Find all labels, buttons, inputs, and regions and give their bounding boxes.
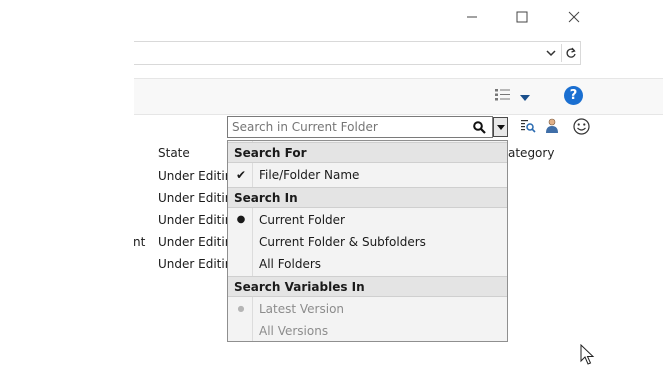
- refresh-icon: [566, 47, 576, 58]
- menu-item-label: File/Folder Name: [259, 168, 360, 182]
- name-cell-fragment: nt: [133, 235, 146, 249]
- view-options-button[interactable]: [495, 87, 515, 103]
- help-icon: ?: [569, 88, 578, 103]
- menu-item-current-folder-subfolders[interactable]: Current Folder & Subfolders: [228, 231, 507, 253]
- refresh-button[interactable]: [561, 44, 580, 62]
- section-header-label: Search For: [234, 146, 307, 160]
- advanced-search-icon: [521, 120, 536, 133]
- table-row: Under Editir: [158, 213, 227, 227]
- table-row: Under Editir: [158, 235, 227, 249]
- column-header-state[interactable]: State: [158, 146, 190, 160]
- minimize-button[interactable]: [458, 5, 486, 29]
- column-header-category[interactable]: ategory: [508, 146, 554, 160]
- menu-item-file-folder-name[interactable]: ✔ File/Folder Name: [228, 164, 507, 186]
- command-toolbar: [134, 78, 663, 115]
- search-options-menu: Search For ✔ File/Folder Name Search In …: [227, 140, 508, 342]
- advanced-search-button[interactable]: [520, 118, 536, 136]
- maximize-icon: [516, 11, 528, 23]
- search-options-dropdown[interactable]: [493, 117, 508, 137]
- close-icon: [568, 11, 580, 23]
- search-input[interactable]: [232, 119, 467, 135]
- maximize-button[interactable]: [508, 5, 536, 29]
- minimize-icon: [467, 16, 477, 18]
- menu-section-search-variables-in: Search Variables In: [228, 276, 507, 297]
- caret-down-icon: [520, 95, 530, 101]
- menu-item-all-folders[interactable]: All Folders: [228, 253, 507, 275]
- user-icon: [546, 118, 558, 133]
- view-dropdown-button[interactable]: [520, 90, 532, 101]
- menu-item-label: Current Folder: [259, 213, 345, 227]
- search-icon[interactable]: [473, 121, 486, 134]
- menu-item-label: All Folders: [259, 257, 322, 271]
- check-icon: ✔: [235, 168, 247, 182]
- menu-section-search-for: Search For: [228, 142, 507, 163]
- smiley-icon: [573, 118, 590, 135]
- section-header-label: Search In: [234, 191, 298, 205]
- radio-dot-icon: ●: [236, 214, 246, 225]
- chevron-down-icon: [546, 50, 556, 57]
- mouse-cursor-icon: [580, 344, 595, 365]
- menu-item-label: Current Folder & Subfolders: [259, 235, 426, 249]
- help-button[interactable]: ?: [564, 86, 583, 105]
- table-row: Under Editir: [158, 257, 227, 271]
- section-header-label: Search Variables In: [234, 280, 365, 294]
- table-row: Under Editir: [158, 191, 227, 205]
- address-bar[interactable]: [134, 41, 581, 65]
- close-button[interactable]: [560, 5, 588, 29]
- smiley-button[interactable]: [573, 118, 591, 136]
- address-dropdown-button[interactable]: [544, 45, 558, 61]
- table-row: Under Editir: [158, 169, 227, 183]
- menu-section-search-in: Search In: [228, 187, 507, 208]
- search-dropdown-icon: [496, 124, 505, 130]
- radio-dot-icon: ●: [237, 304, 245, 313]
- search-box[interactable]: [227, 116, 493, 138]
- menu-item-latest-version: ● Latest Version: [228, 298, 507, 320]
- menu-item-all-versions: All Versions: [228, 320, 507, 342]
- menu-item-label: Latest Version: [259, 302, 345, 316]
- menu-item-current-folder[interactable]: ● Current Folder: [228, 209, 507, 231]
- user-search-button[interactable]: [545, 118, 561, 136]
- menu-item-label: All Versions: [259, 324, 329, 338]
- details-view-icon: [495, 89, 510, 101]
